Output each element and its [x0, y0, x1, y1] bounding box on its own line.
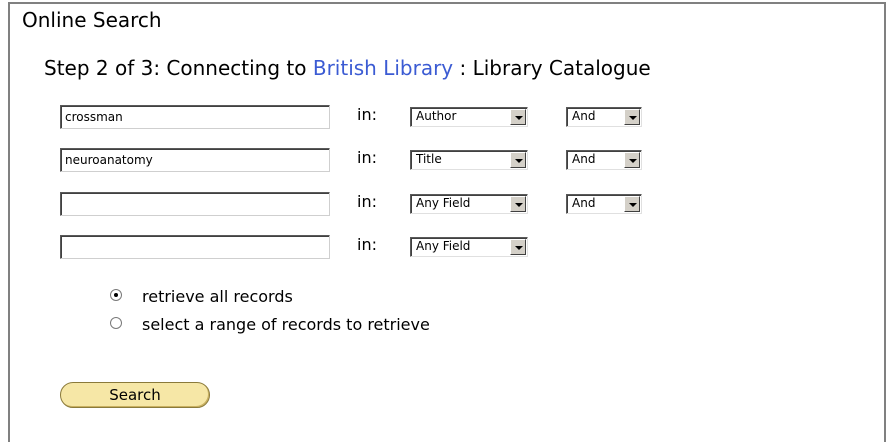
search-term-input-2[interactable]: [60, 148, 330, 172]
search-term-input-3[interactable]: [60, 192, 330, 216]
dropdown-arrow-icon[interactable]: [510, 196, 526, 212]
search-button[interactable]: Search: [60, 382, 210, 408]
library-name: British Library: [312, 56, 454, 80]
field-select-2[interactable]: Title: [410, 150, 528, 170]
operator-select-value: And: [572, 196, 596, 210]
dropdown-arrow-icon[interactable]: [624, 109, 640, 125]
operator-select-value: And: [572, 109, 596, 123]
dropdown-arrow-icon[interactable]: [510, 109, 526, 125]
search-term-input-4[interactable]: [60, 235, 330, 259]
retrieve-range-label: select a range of records to retrieve: [142, 315, 430, 334]
dropdown-arrow-icon[interactable]: [510, 239, 526, 255]
operator-select-value: And: [572, 152, 596, 166]
dropdown-arrow-icon[interactable]: [624, 152, 640, 168]
field-select-value: Any Field: [416, 196, 471, 210]
retrieve-range-radio[interactable]: [110, 317, 122, 329]
in-label: in:: [357, 192, 377, 211]
in-label: in:: [357, 148, 377, 167]
field-select-1[interactable]: Author: [410, 107, 528, 127]
in-label: in:: [357, 105, 377, 124]
field-select-value: Author: [416, 109, 457, 123]
search-term-input-1[interactable]: [60, 105, 330, 129]
operator-select-3[interactable]: And: [566, 194, 642, 214]
field-select-value: Any Field: [416, 239, 471, 253]
operator-select-1[interactable]: And: [566, 107, 642, 127]
operator-select-2[interactable]: And: [566, 150, 642, 170]
dropdown-arrow-icon[interactable]: [624, 196, 640, 212]
field-select-3[interactable]: Any Field: [410, 194, 528, 214]
step-indicator: Step 2 of 3: Connecting to British Libra…: [44, 56, 651, 80]
step-prefix: Step 2 of 3: Connecting to: [44, 56, 307, 80]
retrieve-all-radio[interactable]: [110, 289, 122, 301]
panel-title: Online Search: [22, 8, 162, 32]
dropdown-arrow-icon[interactable]: [510, 152, 526, 168]
field-select-value: Title: [416, 152, 442, 166]
retrieve-all-label: retrieve all records: [142, 287, 293, 306]
step-suffix: : Library Catalogue: [459, 56, 651, 80]
in-label: in:: [357, 235, 377, 254]
field-select-4[interactable]: Any Field: [410, 237, 528, 257]
